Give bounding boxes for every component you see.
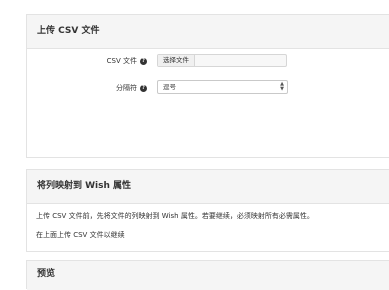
select-arrows-icon: ▲ ▼ bbox=[280, 81, 284, 92]
choose-file-button[interactable]: 选择文件 bbox=[158, 55, 195, 66]
csv-file-label-group: CSV 文件 ? bbox=[107, 56, 147, 66]
csv-file-input[interactable]: 选择文件 bbox=[157, 54, 287, 67]
map-columns-note: 在上面上传 CSV 文件以继续 bbox=[36, 231, 125, 239]
csv-file-label: CSV 文件 bbox=[106, 57, 137, 65]
separator-label-group: 分隔符 ? bbox=[116, 83, 147, 93]
map-columns-panel-title: 将列映射到 Wish 属性 bbox=[27, 170, 389, 204]
map-columns-panel: 将列映射到 Wish 属性 上传 CSV 文件前，先将文件的列映射到 Wish … bbox=[26, 169, 389, 252]
separator-row: 分隔符 ? 逗号 ▲ ▼ bbox=[27, 80, 389, 96]
upload-csv-panel-title: 上传 CSV 文件 bbox=[27, 15, 389, 49]
separator-select[interactable]: 逗号 ▲ ▼ bbox=[157, 80, 288, 94]
csv-file-row: CSV 文件 ? 选择文件 bbox=[27, 54, 389, 70]
separator-label: 分隔符 bbox=[116, 84, 137, 92]
preview-panel-title: 预览 bbox=[27, 261, 389, 290]
upload-csv-panel: 上传 CSV 文件 CSV 文件 ? 选择文件 分隔符 ? 逗号 ▲ ▼ bbox=[26, 14, 389, 158]
preview-panel: 预览 bbox=[26, 260, 389, 290]
map-columns-description: 上传 CSV 文件前，先将文件的列映射到 Wish 属性。若要继续，必须映射所有… bbox=[36, 212, 314, 220]
question-mark-icon[interactable]: ? bbox=[140, 57, 147, 65]
question-mark-icon[interactable]: ? bbox=[140, 84, 147, 92]
separator-selected-value: 逗号 bbox=[163, 83, 176, 91]
